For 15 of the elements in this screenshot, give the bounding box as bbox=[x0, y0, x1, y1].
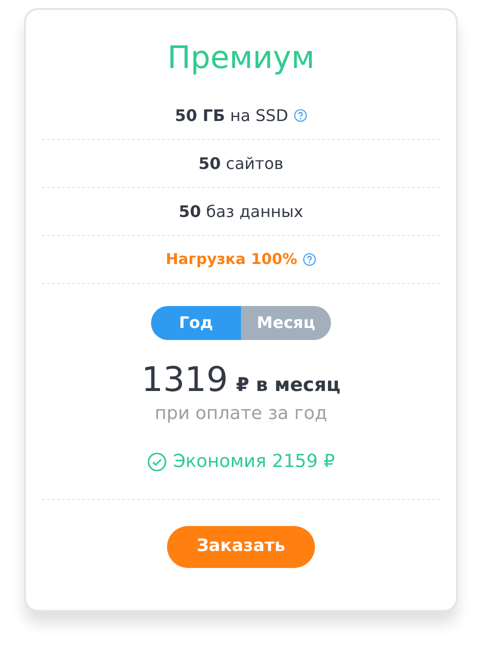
feature-text: 50 баз данных bbox=[178, 200, 304, 222]
order-button[interactable]: Заказать bbox=[167, 526, 315, 568]
price-note: при оплате за год bbox=[154, 402, 328, 426]
price-unit: ₽ в месяц bbox=[236, 373, 340, 398]
help-icon[interactable] bbox=[303, 253, 316, 266]
help-icon[interactable] bbox=[294, 109, 308, 122]
period-tab[interactable]: Год bbox=[151, 306, 241, 340]
feature-text: 50 сайтов bbox=[198, 152, 284, 174]
price: 1319 bbox=[142, 359, 228, 402]
plan-title: Премиум bbox=[167, 39, 315, 78]
period-tab[interactable]: Месяц bbox=[241, 306, 331, 340]
feature-text: Нагрузка 100% bbox=[166, 249, 298, 270]
saving-text: Экономия 2159 ₽ bbox=[172, 450, 336, 474]
feature-text: 50 ГБ на SSD bbox=[174, 104, 288, 126]
check-circle-icon bbox=[146, 452, 167, 472]
